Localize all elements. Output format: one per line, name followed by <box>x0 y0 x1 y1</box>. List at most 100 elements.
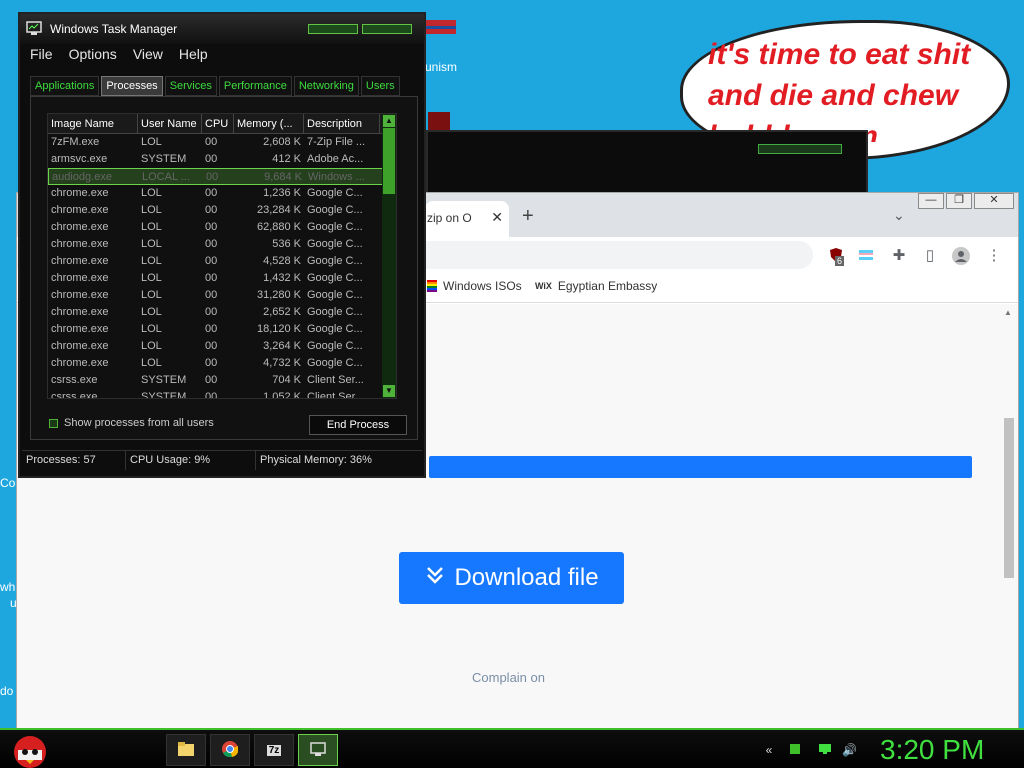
maximize-button[interactable]: ❐ <box>946 193 972 209</box>
table-cell-mem: 1,236 K <box>263 187 301 199</box>
tray-chevron-icon[interactable]: « <box>762 743 776 757</box>
end-process-button[interactable]: End Process <box>309 415 407 435</box>
tab-performance[interactable]: Performance <box>218 76 292 96</box>
table-cell-desc: Google C... <box>307 340 363 352</box>
title-bar[interactable]: Windows Task Manager <box>20 14 424 44</box>
table-row[interactable]: chrome.exe LOL 00 2,652 K Google C... <box>48 304 396 321</box>
close-tab-icon[interactable]: ✕ <box>491 209 503 226</box>
menu-help[interactable]: Help <box>179 46 208 68</box>
checkbox-box[interactable] <box>49 418 58 428</box>
bookmark-item[interactable]: WiX Egyptian Embassy <box>535 279 657 293</box>
puzzle-icon[interactable]: ✚ <box>890 247 908 265</box>
bookmark-item[interactable]: Windows ISOs <box>427 279 522 293</box>
desktop-icon-flag[interactable] <box>426 14 456 42</box>
table-row[interactable]: chrome.exe LOL 00 62,880 K Google C... <box>48 219 396 236</box>
speech-bubble-text: it's time to eat shit and die and chew b… <box>708 38 971 142</box>
status-memory: Physical Memory: 36% <box>260 454 372 466</box>
table-cell-desc: Google C... <box>307 221 363 233</box>
process-list[interactable]: Image Name User Name CPU Memory (... Des… <box>47 113 397 399</box>
table-row[interactable]: chrome.exe LOL 00 4,732 K Google C... <box>48 355 396 372</box>
menu-options[interactable]: Options <box>69 46 117 68</box>
background-window[interactable] <box>426 130 868 195</box>
table-cell-name: chrome.exe <box>51 187 109 199</box>
table-cell-desc: Google C... <box>307 204 363 216</box>
column-memory[interactable]: Memory (... <box>234 114 304 133</box>
table-row[interactable]: armsvc.exe SYSTEM 00 412 K Adobe Ac... <box>48 151 396 168</box>
table-row[interactable]: audiodg.exe LOCAL ... 00 9,684 K Windows ... <box>48 168 396 185</box>
table-cell-cpu: 00 <box>205 357 218 369</box>
tab-applications[interactable]: Applications <box>30 76 100 96</box>
table-cell-desc: Google C... <box>307 306 363 318</box>
table-cell-user: LOL <box>141 272 162 284</box>
profile-icon[interactable] <box>952 247 970 265</box>
start-button[interactable] <box>8 730 48 768</box>
column-cpu[interactable]: CPU <box>202 114 234 133</box>
tab-processes[interactable]: Processes <box>101 76 163 96</box>
tray-app-icon[interactable] <box>788 743 802 757</box>
column-user-name[interactable]: User Name <box>138 114 202 133</box>
menu-view[interactable]: View <box>133 46 163 68</box>
taskbar-7zip[interactable]: 7z <box>254 734 294 766</box>
network-icon[interactable] <box>818 743 832 757</box>
taskbar-task-manager[interactable] <box>298 734 338 766</box>
table-row[interactable]: chrome.exe LOL 00 536 K Google C... <box>48 236 396 253</box>
table-cell-cpu: 00 <box>205 255 218 267</box>
table-row[interactable]: chrome.exe LOL 00 1,236 K Google C... <box>48 185 396 202</box>
table-row[interactable]: 7zFM.exe LOL 00 2,608 K 7-Zip File ... <box>48 134 396 151</box>
download-progress-bar <box>429 456 972 478</box>
table-row[interactable]: chrome.exe LOL 00 1,432 K Google C... <box>48 270 396 287</box>
complain-link[interactable]: Complain on <box>472 670 545 685</box>
show-all-users-checkbox[interactable]: Show processes from all users <box>49 417 214 429</box>
table-row[interactable]: chrome.exe LOL 00 4,528 K Google C... <box>48 253 396 270</box>
minimize-button[interactable]: — <box>918 193 944 209</box>
column-description[interactable]: Description <box>304 114 380 133</box>
column-image-name[interactable]: Image Name <box>48 114 138 133</box>
scroll-up-icon[interactable]: ▲ <box>1004 308 1012 317</box>
taskbar-chrome[interactable] <box>210 734 250 766</box>
table-row[interactable]: csrss.exe SYSTEM 00 704 K Client Ser... <box>48 372 396 389</box>
scroll-thumb[interactable] <box>1004 418 1014 578</box>
table-cell-cpu: 00 <box>205 238 218 250</box>
chevron-down-icon[interactable]: ⌄ <box>893 207 905 224</box>
table-cell-name: csrss.exe <box>51 391 98 399</box>
tab-services[interactable]: Services <box>164 76 217 96</box>
tab-users[interactable]: Users <box>360 76 400 96</box>
clock[interactable]: 3:20 PM <box>880 733 1020 767</box>
download-file-button[interactable]: Download file <box>399 552 624 604</box>
menu-icon[interactable]: ⋮ <box>985 247 1003 265</box>
table-cell-user: LOL <box>141 255 162 267</box>
table-cell-desc: 7-Zip File ... <box>307 136 366 148</box>
table-row[interactable]: chrome.exe LOL 00 18,120 K Google C... <box>48 321 396 338</box>
extension-badge: 6 <box>835 256 845 266</box>
ublock-icon[interactable]: 6 <box>827 247 845 266</box>
bookmark-label: Windows ISOs <box>443 279 522 293</box>
page-scrollbar[interactable]: ▲ <box>1002 304 1014 732</box>
window-controls[interactable] <box>758 144 842 154</box>
close-button[interactable]: ✕ <box>974 193 1014 209</box>
scroll-up-icon[interactable]: ▲ <box>383 115 395 127</box>
task-manager-window[interactable]: Windows Task Manager File Options View H… <box>18 12 426 478</box>
volume-icon[interactable]: 🔊 <box>842 743 857 757</box>
extension-flag-icon[interactable] <box>857 247 875 265</box>
table-cell-mem: 2,652 K <box>263 306 301 318</box>
table-row[interactable]: chrome.exe LOL 00 31,280 K Google C... <box>48 287 396 304</box>
table-cell-cpu: 00 <box>205 136 218 148</box>
minimize-button[interactable] <box>308 24 358 34</box>
taskbar-folder[interactable] <box>166 734 206 766</box>
tab-networking[interactable]: Networking <box>293 76 359 96</box>
new-tab-icon[interactable]: + <box>522 205 534 228</box>
table-row[interactable]: csrss.exe SYSTEM 00 1,052 K Client Ser... <box>48 389 396 399</box>
desktop-icon-tile[interactable] <box>428 112 450 132</box>
table-row[interactable]: chrome.exe LOL 00 23,284 K Google C... <box>48 202 396 219</box>
table-cell-mem: 9,684 K <box>264 171 302 183</box>
browser-tab[interactable]: zip on O ✕ <box>425 201 509 237</box>
menu-file[interactable]: File <box>30 46 53 68</box>
table-cell-mem: 3,264 K <box>263 340 301 352</box>
side-panel-icon[interactable]: ▯ <box>921 247 939 265</box>
table-row[interactable]: chrome.exe LOL 00 3,264 K Google C... <box>48 338 396 355</box>
process-list-scrollbar[interactable]: ▲ ▼ <box>382 114 396 398</box>
close-button[interactable] <box>362 24 412 34</box>
window-controls: — ❐ ✕ <box>918 193 1014 209</box>
scroll-thumb[interactable] <box>383 128 395 194</box>
scroll-down-icon[interactable]: ▼ <box>383 385 395 397</box>
